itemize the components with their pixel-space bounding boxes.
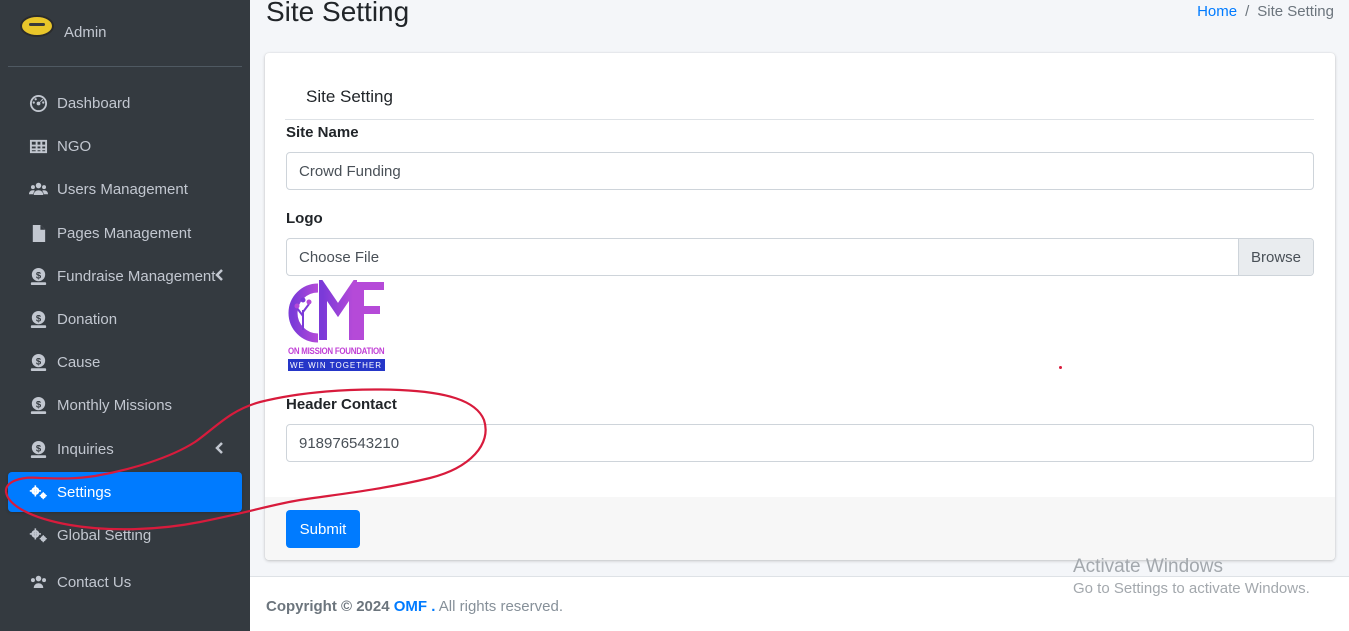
- submit-button[interactable]: Submit: [286, 510, 360, 548]
- copyright-prefix: Copyright © 2024: [266, 598, 390, 615]
- dashboard-icon: [27, 94, 49, 112]
- sidebar-item-label: Fundraise Management: [57, 267, 216, 285]
- sidebar-item-monthly-missions[interactable]: $ Monthly Missions: [8, 385, 242, 425]
- sidebar-item-inquiries[interactable]: $ Inquiries: [8, 429, 242, 469]
- sidebar: Admin Dashboard NGO Users Management Pag…: [0, 0, 250, 631]
- header-contact-input[interactable]: 918976543210: [286, 424, 1314, 462]
- sidebar-item-label: Pages Management: [57, 224, 192, 242]
- page-title: Site Setting: [266, 0, 410, 27]
- sidebar-item-label: Global Setting: [57, 526, 152, 544]
- breadcrumb: Home / Site Setting: [1197, 3, 1334, 20]
- svg-text:$: $: [35, 399, 41, 410]
- site-name-label: Site Name: [286, 124, 359, 141]
- copyright: Copyright © 2024 OMF . All rights reserv…: [266, 598, 563, 615]
- avatar[interactable]: [20, 15, 54, 37]
- cogs-icon: [27, 526, 49, 544]
- sidebar-item-contact-us[interactable]: Contact Us: [8, 562, 242, 602]
- logo-subtagline: WE WIN TOGETHER: [288, 359, 385, 371]
- site-name-input[interactable]: Crowd Funding: [286, 152, 1314, 190]
- cogs-icon: [27, 483, 49, 501]
- watermark-title: Activate Windows: [1073, 556, 1223, 577]
- sidebar-item-settings[interactable]: Settings: [8, 472, 242, 512]
- site-setting-card: Site Setting Site Name Crowd Funding Log…: [265, 53, 1335, 560]
- users-icon: [27, 180, 49, 198]
- table-icon: [27, 137, 49, 155]
- breadcrumb-current: Site Setting: [1257, 3, 1334, 20]
- annotation-dot: [1059, 366, 1062, 369]
- user-panel: Admin: [8, 0, 242, 67]
- breadcrumb-separator: /: [1245, 3, 1250, 20]
- sidebar-item-donation[interactable]: $ Donation: [8, 299, 242, 339]
- dollar-icon: $: [27, 440, 49, 458]
- divider: [285, 119, 1314, 120]
- logo-file-input[interactable]: Choose File Browse: [286, 238, 1314, 276]
- activate-windows-watermark: Activate Windows Go to Settings to activ…: [1073, 556, 1310, 597]
- logo-label: Logo: [286, 210, 323, 227]
- browse-button[interactable]: Browse: [1238, 239, 1313, 275]
- svg-text:$: $: [35, 270, 41, 281]
- logo-preview: ON MISSION FOUNDATION WE WIN TOGETHER: [288, 280, 385, 373]
- sidebar-item-label: Donation: [57, 310, 118, 328]
- sidebar-item-label: Cause: [57, 353, 101, 371]
- sidebar-item-label: Contact Us: [57, 573, 132, 591]
- dollar-icon: $: [27, 267, 49, 285]
- header-contact-label: Header Contact: [286, 396, 397, 413]
- logo-tagline: ON MISSION FOUNDATION: [288, 346, 385, 356]
- users-icon: [27, 573, 49, 591]
- file-input-text: Choose File: [299, 248, 380, 266]
- watermark-subtitle: Go to Settings to activate Windows.: [1073, 580, 1310, 597]
- svg-text:$: $: [35, 313, 41, 324]
- dollar-icon: $: [27, 310, 49, 328]
- sidebar-item-label: Dashboard: [57, 94, 131, 112]
- sidebar-item-users-management[interactable]: Users Management: [8, 169, 242, 209]
- chevron-left-icon[interactable]: [212, 267, 228, 283]
- dollar-icon: $: [27, 353, 49, 371]
- card-footer: Submit: [265, 497, 1335, 560]
- user-name[interactable]: Admin: [64, 24, 107, 41]
- svg-text:$: $: [35, 443, 41, 454]
- file-icon: [27, 224, 49, 242]
- sidebar-item-fundraise-management[interactable]: $ Fundraise Management: [8, 256, 242, 296]
- chevron-left-icon[interactable]: [212, 440, 228, 456]
- sidebar-item-label: Users Management: [57, 180, 188, 198]
- sidebar-item-pages-management[interactable]: Pages Management: [8, 213, 242, 253]
- sidebar-item-dashboard[interactable]: Dashboard: [8, 83, 242, 123]
- dollar-icon: $: [27, 396, 49, 414]
- sidebar-item-cause[interactable]: $ Cause: [8, 342, 242, 382]
- sidebar-item-label: Inquiries: [57, 440, 114, 458]
- copyright-suffix: All rights reserved.: [438, 598, 563, 615]
- breadcrumb-home-link[interactable]: Home: [1197, 3, 1237, 20]
- card-title: Site Setting: [306, 87, 393, 106]
- sidebar-item-global-setting[interactable]: Global Setting: [8, 515, 242, 555]
- sidebar-item-ngo[interactable]: NGO: [8, 126, 242, 166]
- sidebar-item-label: Monthly Missions: [57, 396, 173, 414]
- svg-text:$: $: [35, 356, 41, 367]
- omf-logo-mark: [288, 280, 384, 343]
- sidebar-item-label: Settings: [57, 483, 112, 501]
- footer-brand-link[interactable]: OMF .: [394, 598, 436, 615]
- sidebar-item-label: NGO: [57, 137, 92, 155]
